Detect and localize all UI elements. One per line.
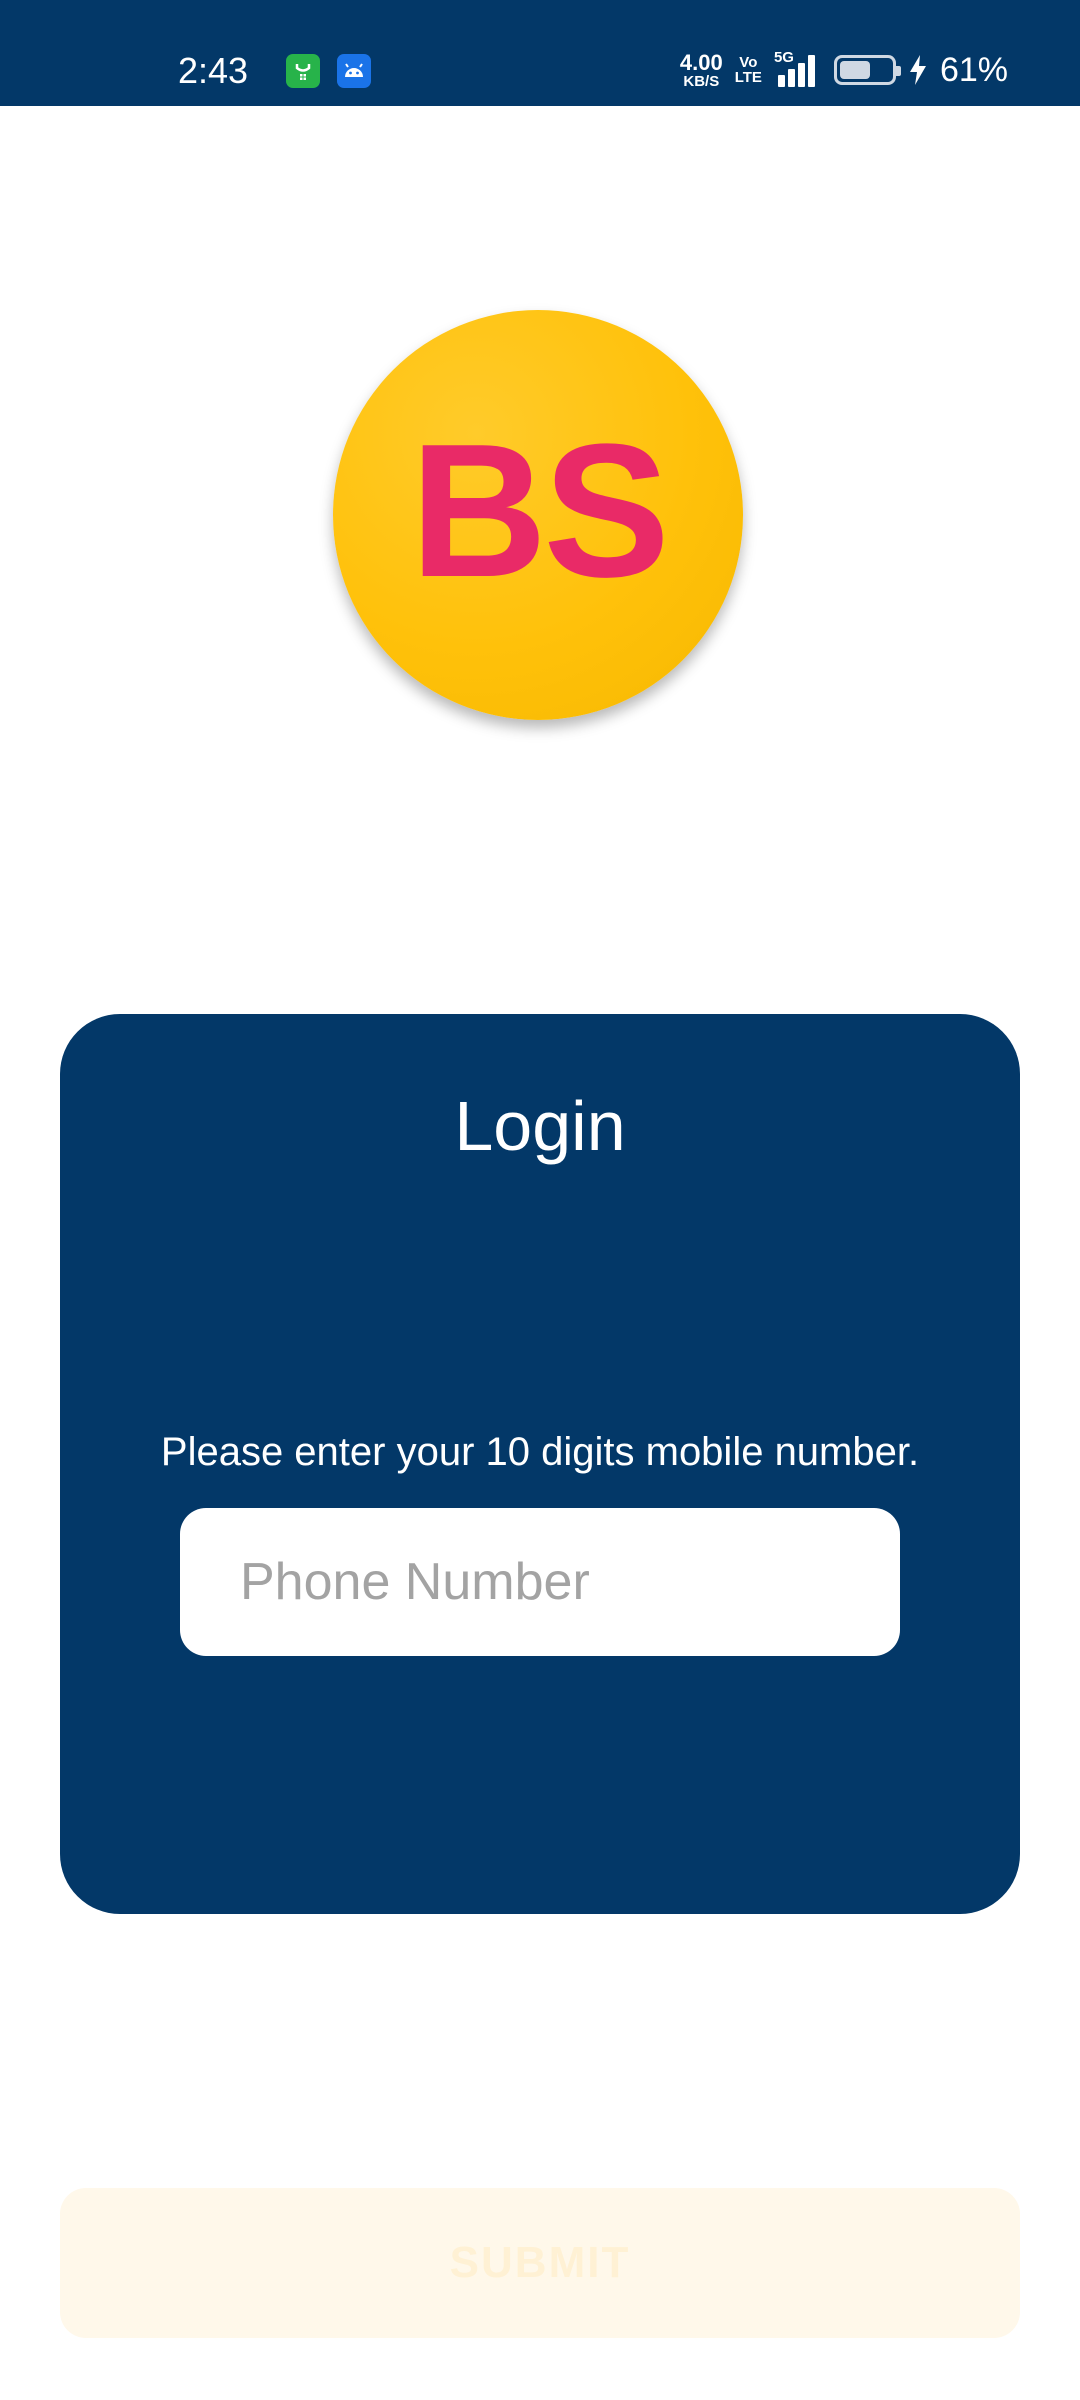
battery-percent: 61% xyxy=(939,50,1008,89)
shopping-bag-icon xyxy=(286,54,320,88)
volte-bottom: LTE xyxy=(734,69,762,86)
phone-number-input[interactable] xyxy=(180,1508,900,1656)
status-bar: 2:43 4.00 KB/S Vo LTE 5G 61% xyxy=(0,0,1080,106)
app-logo-text: BS xyxy=(410,405,670,617)
charging-icon xyxy=(909,55,926,85)
network-speed-unit: KB/S xyxy=(683,72,720,90)
network-type-label: 5G xyxy=(773,49,794,66)
volte-icon: Vo LTE xyxy=(735,55,762,85)
signal-strength-icon: 5G xyxy=(774,49,822,87)
status-time: 2:43 xyxy=(178,50,249,91)
network-speed: 4.00 KB/S xyxy=(679,49,723,90)
login-title: Login xyxy=(454,1087,626,1165)
submit-button[interactable]: SUBMIT xyxy=(60,2188,1020,2338)
app-logo: BS xyxy=(333,310,743,720)
status-indicators: 4.00 KB/S Vo LTE 5G 61% xyxy=(680,48,1008,92)
volte-top: Vo xyxy=(739,54,758,71)
android-icon xyxy=(337,54,371,88)
login-hint: Please enter your 10 digits mobile numbe… xyxy=(160,1430,920,1474)
network-speed-value: 4.00 xyxy=(679,49,723,75)
login-card: Login Please enter your 10 digits mobile… xyxy=(60,1014,1020,1914)
battery-icon xyxy=(833,55,901,85)
